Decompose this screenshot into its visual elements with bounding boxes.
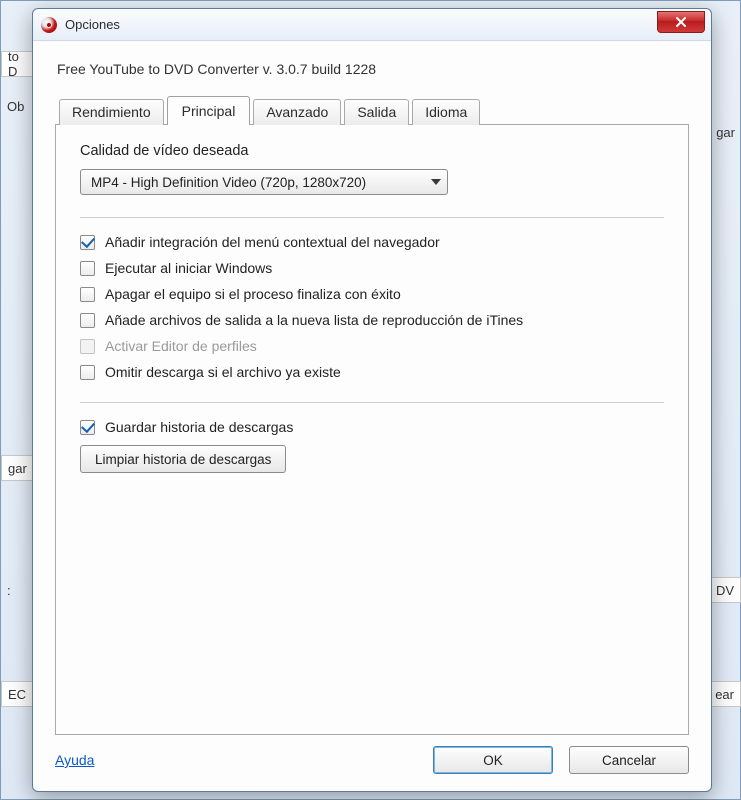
option-label: Activar Editor de perfiles (105, 338, 257, 354)
ok-button[interactable]: OK (433, 746, 553, 774)
option-label: Añadir integración del menú contextual d… (105, 234, 440, 250)
bg-fragment: ear (711, 681, 741, 707)
bg-fragment: Ob (1, 93, 35, 119)
bg-fragment: gar (1, 455, 35, 481)
app-title: Free YouTube to DVD Converter v. 3.0.7 b… (57, 61, 689, 77)
option-run-on-startup[interactable]: Ejecutar al iniciar Windows (80, 260, 664, 276)
chevron-down-icon (431, 179, 441, 185)
checkbox[interactable] (80, 420, 95, 435)
divider (80, 402, 664, 403)
tab-performance[interactable]: Rendimiento (59, 99, 164, 125)
dialog-footer: Ayuda OK Cancelar (33, 735, 711, 791)
option-label: Añade archivos de salida a la nueva list… (105, 312, 523, 328)
options-dialog: Opciones Free YouTube to DVD Converter v… (32, 8, 712, 792)
checkbox[interactable] (80, 365, 95, 380)
divider (80, 217, 664, 218)
dialog-title: Opciones (65, 17, 120, 32)
option-context-menu[interactable]: Añadir integración del menú contextual d… (80, 234, 664, 250)
dialog-body: Free YouTube to DVD Converter v. 3.0.7 b… (33, 41, 711, 735)
bg-fragment: EC (1, 681, 35, 707)
tab-output[interactable]: Salida (344, 99, 409, 125)
checkbox[interactable] (80, 235, 95, 250)
cancel-button[interactable]: Cancelar (569, 746, 689, 774)
tab-language[interactable]: Idioma (412, 99, 480, 125)
app-icon (41, 17, 57, 33)
tab-advanced[interactable]: Avanzado (253, 99, 341, 125)
bg-fragment: DV (711, 577, 741, 603)
video-quality-label: Calidad de vídeo deseada (80, 143, 664, 159)
close-button[interactable] (657, 11, 705, 33)
option-label: Apagar el equipo si el proceso finaliza … (105, 286, 401, 302)
option-label: Ejecutar al iniciar Windows (105, 260, 272, 276)
clear-history-button[interactable]: Limpiar historia de descargas (80, 445, 286, 473)
close-icon (675, 16, 687, 28)
checkbox[interactable] (80, 261, 95, 276)
option-shutdown-on-finish[interactable]: Apagar el equipo si el proceso finaliza … (80, 286, 664, 302)
option-skip-existing[interactable]: Omitir descarga si el archivo ya existe (80, 364, 664, 380)
tab-panel-main: Calidad de vídeo deseada MP4 - High Defi… (55, 124, 689, 735)
bg-fragment: : (1, 577, 35, 603)
bg-fragment: to D (1, 51, 35, 77)
option-add-to-itunes[interactable]: Añade archivos de salida a la nueva list… (80, 312, 664, 328)
video-quality-value: MP4 - High Definition Video (720p, 1280x… (91, 175, 366, 190)
help-link[interactable]: Ayuda (55, 752, 94, 768)
titlebar[interactable]: Opciones (33, 9, 711, 41)
option-profile-editor: Activar Editor de perfiles (80, 338, 664, 354)
checkbox (80, 339, 95, 354)
bg-fragment: gar (711, 119, 741, 145)
option-save-history[interactable]: Guardar historia de descargas (80, 419, 664, 435)
option-label: Omitir descarga si el archivo ya existe (105, 364, 341, 380)
checkbox[interactable] (80, 313, 95, 328)
checkbox[interactable] (80, 287, 95, 302)
tabstrip: Rendimiento Principal Avanzado Salida Id… (55, 95, 689, 124)
option-label: Guardar historia de descargas (105, 419, 293, 435)
video-quality-combo[interactable]: MP4 - High Definition Video (720p, 1280x… (80, 169, 448, 195)
tab-main[interactable]: Principal (167, 96, 251, 125)
